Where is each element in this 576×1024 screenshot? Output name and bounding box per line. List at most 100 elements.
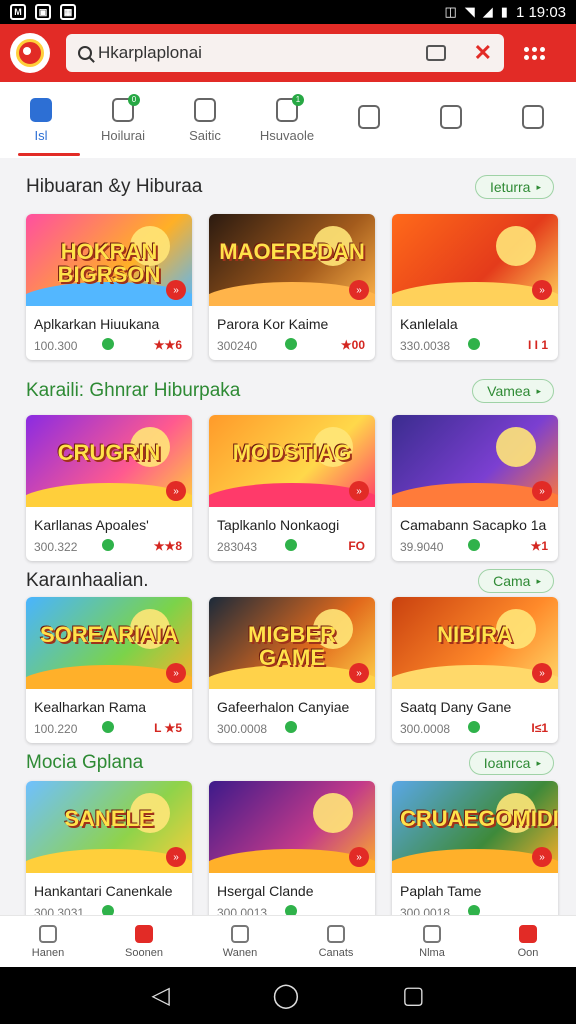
image-icon: ▦ — [60, 4, 76, 20]
play-icon[interactable]: » — [349, 847, 369, 867]
play-icon[interactable]: » — [349, 280, 369, 300]
tab-label: Hoilurai — [100, 127, 146, 143]
search-box[interactable]: Hkarplaplonai ✕ — [66, 34, 504, 72]
game-card[interactable]: SOREARIAIA » Kealharkan Rama 100.220 L ★5 — [26, 597, 192, 743]
game-card[interactable]: MIGBER GAME » Gafeerhalon Canyiae 300.0008 — [209, 597, 375, 743]
tab-label: Isl — [34, 127, 48, 143]
play-icon[interactable]: » — [532, 663, 552, 683]
search-input[interactable]: Hkarplaplonai — [98, 43, 426, 63]
tab-5[interactable] — [410, 82, 492, 158]
tab-0[interactable]: Isl — [0, 82, 82, 158]
see-more-label: Vamea — [487, 383, 531, 399]
notification-icon: M — [10, 4, 26, 20]
game-card[interactable]: HOKRAN BIGRSON» Aplkarkan Hiuukana 100.300… — [26, 214, 192, 360]
tab-1[interactable]: 0 Hoilurai — [82, 82, 164, 158]
game-name: Kealharkan Rama — [34, 699, 147, 715]
shop-icon — [135, 924, 153, 943]
document-icon — [39, 924, 57, 943]
download-count: 283043 — [217, 540, 258, 554]
play-icon[interactable]: » — [166, 663, 186, 683]
category-tabs: Isl 0 Hoilurai Saitic 1 Hsuvaole — [0, 82, 576, 158]
bottom-nav-label: Canats — [318, 946, 354, 959]
apps-grid-icon[interactable] — [524, 46, 545, 60]
see-more-label: Ieturra — [490, 179, 531, 195]
verified-icon — [285, 338, 297, 350]
photo-icon: ▣ — [35, 4, 51, 20]
gift-icon — [231, 924, 249, 943]
play-icon[interactable]: » — [349, 481, 369, 501]
game-card[interactable]: CRUAEGOMIDIAS»Paplah Tame300.0018 — [392, 781, 558, 927]
screen: M ▣ ▦ ◫ ◥ ◢ ▮ 1 19:03 Hkarplaplonai ✕ Is… — [0, 0, 576, 1024]
bottom-nav-item[interactable]: Canats — [288, 916, 384, 967]
bottom-nav-item[interactable]: Oon — [480, 916, 576, 967]
see-more-button[interactable]: Ioanrca ▸ — [468, 751, 554, 775]
game-card[interactable]: NIBIRA » Saatq Dany Gane 300.0008 I≤1 — [392, 597, 558, 743]
status-bar: M ▣ ▦ ◫ ◥ ◢ ▮ 1 19:03 — [0, 0, 576, 24]
bottom-nav-item[interactable]: Nlma — [384, 916, 480, 967]
tab-4[interactable] — [328, 82, 410, 158]
game-thumbnail: SANELE » — [26, 781, 192, 873]
verified-icon — [102, 338, 114, 350]
section-title: Hibuaran &y Hiburaa — [26, 176, 203, 197]
verified-icon — [468, 721, 480, 733]
play-icon[interactable]: » — [532, 481, 552, 501]
game-card[interactable]: CRUGRIN» Karllanas Apoales' 300.322 ★★8 — [26, 415, 192, 561]
house-icon — [194, 97, 216, 122]
download-count: 300.322 — [34, 540, 78, 554]
game-thumbnail: » — [392, 214, 558, 306]
back-icon[interactable]: ◁ — [151, 981, 169, 1010]
signal-icon: ◢ — [482, 4, 493, 19]
see-more-button[interactable]: Ieturra ▸ — [475, 175, 554, 199]
game-card[interactable]: » Kanlelala 330.0038 I I 1 — [392, 214, 558, 360]
game-controller-icon: 1 — [276, 93, 304, 122]
download-count: 300240 — [217, 339, 258, 353]
play-icon[interactable]: » — [532, 280, 552, 300]
bottom-nav-item[interactable]: Soonen — [96, 916, 192, 967]
see-more-label: Cama — [493, 573, 531, 589]
game-name: Hankantari Canenkale — [34, 883, 173, 899]
download-count: 330.0038 — [400, 339, 451, 353]
game-thumbnail: MODSTIAG » — [209, 415, 375, 507]
chevron-right-icon: ▸ — [536, 181, 541, 192]
game-card[interactable]: MODSTIAG » Taplkanlo Nonkaogi 283043 FO — [209, 415, 375, 561]
section-header: Karaınhaalian. Cama ▸ — [26, 566, 554, 596]
bottom-nav-item[interactable]: Wanen — [192, 916, 288, 967]
app-logo[interactable] — [10, 33, 50, 73]
tab-2[interactable]: Saitic — [164, 82, 246, 158]
home-icon[interactable]: ◯ — [272, 981, 299, 1010]
section-header: Mocia Gplana Ioanrca ▸ — [26, 748, 554, 778]
see-more-button[interactable]: Vamea ▸ — [472, 379, 554, 403]
play-icon[interactable]: » — [349, 663, 369, 683]
rating-badge: ★★8 — [153, 539, 182, 553]
app-bar: Hkarplaplonai ✕ — [0, 24, 576, 82]
camera-search-icon[interactable] — [425, 45, 446, 61]
game-card[interactable]: SANELE» Hankantari Canenkale 300.3031 — [26, 781, 192, 927]
play-icon[interactable]: » — [166, 847, 186, 867]
close-icon[interactable]: ✕ — [474, 42, 492, 64]
play-icon[interactable]: » — [166, 481, 186, 501]
download-count: 100.220 — [34, 722, 78, 736]
bottom-nav-item[interactable]: Hanen — [0, 916, 96, 967]
game-name: Parora Kor Kaime — [217, 316, 329, 332]
chevron-right-icon: ▸ — [536, 757, 541, 768]
game-thumbnail: HOKRAN BIGRSON» — [26, 214, 192, 306]
thumbnail-title: CRUAEGOMIDIAS — [400, 806, 558, 831]
game-card[interactable]: » Hsergal Clande 300.0013 — [209, 781, 375, 927]
thumbnail-title: HOKRAN BIGRSON — [57, 239, 161, 288]
download-count: 39.9040 — [400, 540, 444, 554]
recents-icon[interactable]: ▢ — [402, 981, 425, 1010]
game-card[interactable]: MAOERBDAN » Parora Kor Kaime 300240 ★00 — [209, 214, 375, 360]
section-title: Karaili: Ghnrar Hiburpaka — [26, 380, 241, 401]
game-thumbnail: CRUAEGOMIDIAS » — [392, 781, 558, 873]
play-icon[interactable]: » — [532, 847, 552, 867]
verified-icon — [285, 539, 297, 551]
tab-3[interactable]: 1 Hsuvaole — [246, 82, 328, 158]
thumbnail-decoration — [496, 226, 536, 266]
system-nav: ◁ ◯ ▢ — [0, 967, 576, 1024]
play-icon[interactable]: » — [166, 280, 186, 300]
link-icon — [423, 924, 441, 943]
tab-6[interactable] — [492, 82, 574, 158]
game-card[interactable]: » Camabann Sacapko 1a 39.9040 ★1 — [392, 415, 558, 561]
verified-icon — [285, 721, 297, 733]
see-more-button[interactable]: Cama ▸ — [478, 569, 554, 593]
